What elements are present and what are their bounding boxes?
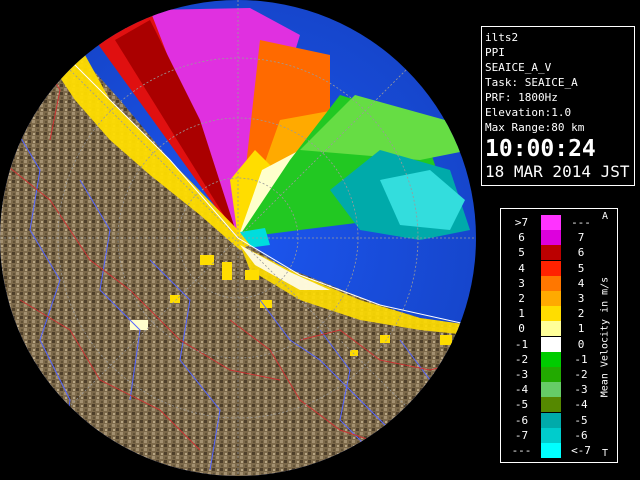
legend-marker-top: A: [602, 211, 609, 222]
elevation-value: Elevation:1.0: [485, 106, 572, 119]
legend-row: -3 -2: [501, 367, 601, 382]
legend-color-swatch: [541, 245, 561, 261]
legend-color-swatch: [541, 275, 561, 291]
legend-row-left-label: -4: [514, 383, 529, 397]
velocity-legend: >7 --- 6 7 5 6 4 5 3 4 2 3 1 2 0 1 -1 0 -2 -1 -3 -2 -4 -3 -5 -4 -6…: [500, 208, 618, 463]
legend-row-left-label: 4: [518, 261, 525, 275]
legend-marker-bottom: T: [602, 448, 609, 459]
legend-color-swatch: [541, 382, 561, 398]
legend-row-left-label: 6: [518, 231, 525, 245]
radar-ppi-display: [0, 0, 478, 480]
legend-row-right-label: 0: [577, 337, 585, 351]
legend-row: 67: [501, 230, 601, 246]
legend-color-swatch: [541, 215, 561, 230]
legend-row-right-label: 2: [577, 307, 585, 321]
legend-row-left-label: 1: [518, 307, 525, 321]
legend-row: 01: [501, 321, 601, 337]
legend-row-left-label: 0: [518, 322, 525, 336]
legend-row-right-label: 7: [577, 231, 585, 245]
legend-color-swatch: [541, 427, 561, 443]
legend-row: 12: [501, 306, 601, 322]
legend-row-left-label: -1: [514, 337, 529, 351]
max-range-value: Max Range:80 km: [485, 121, 585, 134]
legend-row-left-label: -2: [514, 352, 529, 366]
task-name: Task: SEAICE_A: [485, 76, 578, 89]
legend-row-right-label: -3: [574, 383, 588, 397]
legend-row-left-label: -6: [514, 413, 529, 427]
legend-color-swatch: [541, 321, 561, 337]
legend-row-right-label: 4: [577, 276, 585, 290]
legend-row: 23: [501, 291, 601, 306]
legend-color-swatch: [541, 306, 561, 322]
legend-row: -4 -3: [501, 382, 601, 398]
legend-row-left-label: -7: [514, 428, 529, 442]
legend-row-left-label: ---: [511, 444, 532, 457]
legend-color-swatch: [541, 367, 561, 382]
scan-date: 18 MAR 2014 JST: [485, 162, 630, 181]
legend-row-right-label: 6: [577, 246, 585, 260]
legend-color-swatch: [541, 260, 561, 276]
legend-row-right-label: ---: [571, 216, 591, 229]
radar-name: ilts2: [485, 31, 519, 44]
legend-row-right-label: 1: [577, 322, 585, 336]
scan-mode: PPI: [485, 46, 505, 59]
radar-info-panel: ilts2 PPI SEAICE_A_V Task: SEAICE_A PRF:…: [481, 26, 635, 186]
legend-row-right-label: <-7: [571, 444, 591, 457]
legend-color-swatch: [541, 443, 561, 458]
legend-row: >7 ---: [501, 215, 601, 230]
legend-row-left-label: 5: [518, 246, 525, 260]
product-name: SEAICE_A_V: [485, 61, 552, 74]
legend-row: --- <-7: [501, 443, 601, 458]
legend-row: -6 -5: [501, 412, 601, 428]
legend-color-swatch: [541, 412, 561, 428]
legend-row-left-label: -5: [514, 398, 529, 412]
legend-color-swatch: [541, 291, 561, 306]
legend-row-right-label: -1: [574, 352, 588, 366]
legend-row-right-label: 5: [577, 261, 585, 275]
legend-row-right-label: -6: [574, 428, 588, 442]
legend-row-left-label: -3: [514, 368, 529, 381]
legend-row-right-label: -5: [574, 413, 588, 427]
legend-row: -7 -6: [501, 427, 601, 443]
legend-row: 34: [501, 275, 601, 291]
legend-row-right-label: -4: [574, 398, 588, 412]
prf-value: PRF: 1800Hz: [485, 91, 558, 104]
legend-color-swatch: [541, 351, 561, 367]
legend-color-swatch: [541, 397, 561, 413]
legend-row-left-label: >7: [514, 216, 529, 229]
legend-title: Mean Velocity in m/s: [599, 276, 611, 398]
legend-row-right-label: 3: [577, 292, 585, 305]
legend-row: -1 0: [501, 336, 601, 352]
legend-row-left-label: 2: [518, 292, 525, 305]
scan-time: 10:00:24: [485, 136, 596, 162]
legend-color-swatch: [541, 230, 561, 246]
legend-row: -5 -4: [501, 397, 601, 413]
legend-color-swatch: [541, 336, 561, 352]
legend-row-left-label: 3: [518, 276, 525, 290]
legend-row: 56: [501, 245, 601, 261]
legend-row-right-label: -2: [574, 368, 588, 381]
legend-row: -2 -1: [501, 351, 601, 367]
legend-row: 45: [501, 260, 601, 276]
